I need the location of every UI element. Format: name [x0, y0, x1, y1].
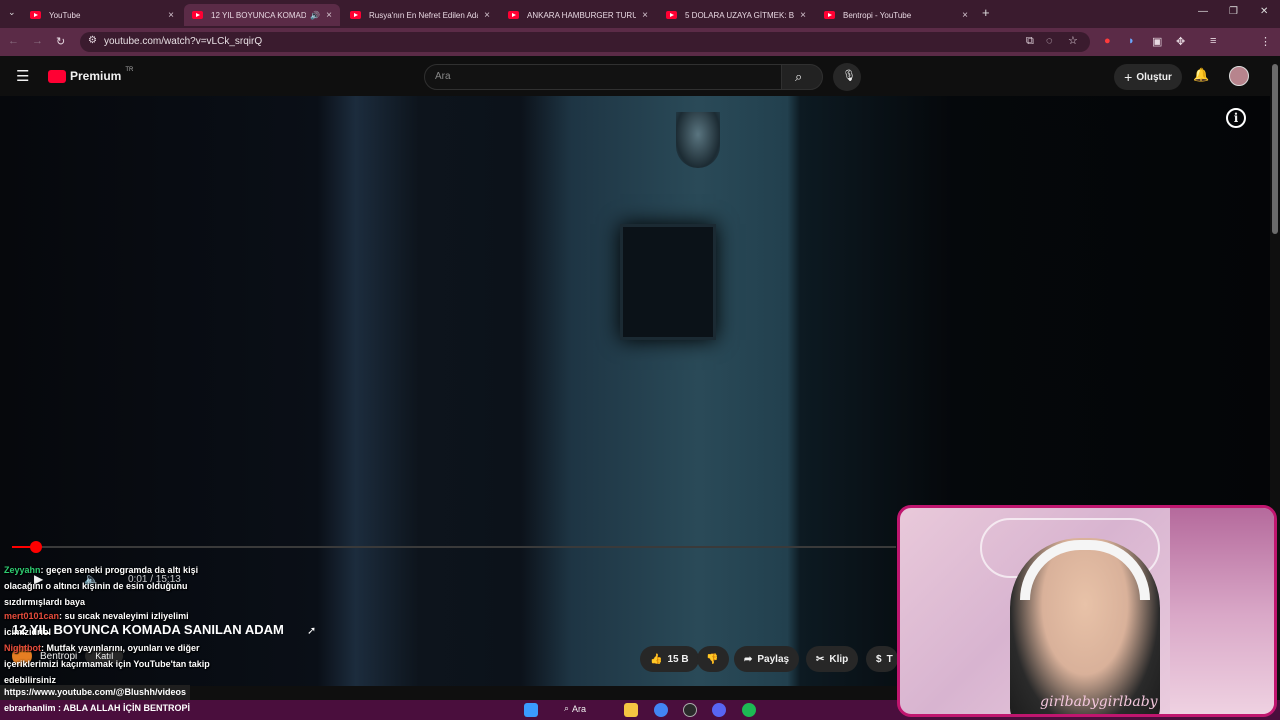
restore-icon[interactable]: ❐ [1229, 6, 1238, 17]
clip-button[interactable]: ✂ Klip [806, 646, 859, 672]
file-explorer-icon[interactable] [624, 703, 638, 717]
notifications-bell-icon[interactable]: 🔔 [1193, 67, 1209, 83]
tab-active-video[interactable]: 12 YIL BOYUNCA KOMADA 🔊 × [184, 4, 340, 26]
eye-off-icon[interactable]: ◌ [1046, 35, 1053, 47]
close-tab-icon[interactable]: × [484, 10, 490, 21]
like-button[interactable]: 👍 15 B [640, 646, 699, 672]
search-button[interactable]: ⌕ [781, 64, 823, 90]
tab-ankara[interactable]: ANKARA HAMBURGER TURU! × [500, 4, 656, 26]
youtube-favicon-icon [666, 11, 677, 19]
dislike-button[interactable]: 👎 [697, 646, 729, 672]
thumbs-up-icon: 👍 [650, 653, 663, 665]
mouse-cursor-icon: ➚ [307, 625, 317, 637]
overlay-chat-message: ebrarhanlim : ABLA ALLAH İÇİN BENTROPİ [4, 703, 191, 713]
close-tab-icon[interactable]: × [642, 10, 648, 21]
tab-strip: ⌄ YouTube × 12 YIL BOYUNCA KOMADA 🔊 × Ru… [0, 0, 1280, 28]
browser-toolbar: ← → ↻ ⚙ youtube.com/watch?v=vLCk_srqirQ … [0, 28, 1280, 76]
youtube-masthead: ☰ Premium TR Ara ⌕ 🎙 + Oluştur 🔔 [0, 56, 1280, 96]
tab-youtube[interactable]: YouTube × [22, 4, 182, 26]
picture-frame-scene [620, 224, 716, 340]
mic-icon: 🎙 [842, 70, 856, 82]
video-title: 12 YIL BOYUNCA KOMADA SANILAN ADAM [12, 622, 284, 637]
page-scrollbar[interactable] [1272, 64, 1278, 234]
extension-audio-icon[interactable]: ◗ [1128, 35, 1135, 47]
url-text: youtube.com/watch?v=vLCk_srqirQ [104, 36, 263, 47]
chat-message: Zeyyahn: geçen seneki programda da altı … [4, 565, 199, 607]
close-tab-icon[interactable]: × [326, 10, 332, 21]
new-tab-button[interactable]: + [982, 5, 990, 20]
share-button[interactable]: ➦ Paylaş [734, 646, 800, 672]
create-button[interactable]: + Oluştur [1114, 64, 1182, 90]
reload-icon[interactable]: ↻ [56, 35, 65, 48]
back-icon[interactable]: ← [8, 35, 19, 47]
status-url: https://www.youtube.com/@Blushh/videos [0, 685, 190, 700]
search-input[interactable]: Ara [424, 64, 782, 90]
address-bar[interactable]: ⚙ youtube.com/watch?v=vLCk_srqirQ ⧉ ◌ ☆ [80, 32, 1090, 52]
speaker-icon[interactable]: 🔊 [310, 11, 320, 20]
close-tab-icon[interactable]: × [800, 10, 806, 21]
shirt-text: girlbabygirlbaby [1040, 694, 1158, 710]
forward-icon[interactable]: → [32, 35, 43, 47]
extensions-puzzle-icon[interactable]: ✥ [1176, 35, 1185, 48]
taskbar-search[interactable]: ⌕ Ara [564, 703, 586, 714]
scissors-icon: ✂ [816, 653, 825, 665]
plus-icon: + [1124, 69, 1133, 85]
info-icon[interactable]: i [1226, 108, 1246, 128]
window-close-icon[interactable]: ✕ [1260, 6, 1268, 17]
discord-icon[interactable] [712, 703, 726, 717]
menu-dots-icon[interactable]: ⋮ [1260, 35, 1271, 48]
progress-bar[interactable] [12, 541, 896, 553]
bookmark-star-icon[interactable]: ☆ [1068, 34, 1078, 47]
voice-search-button[interactable]: 🎙 [833, 63, 861, 91]
chat-message: Nightbot: Mutfak yayınlarını, oyunları v… [4, 643, 210, 685]
youtube-favicon-icon [508, 11, 519, 19]
tab-search-chevron-icon[interactable]: ⌄ [8, 7, 16, 18]
scrubber-handle[interactable] [29, 541, 42, 553]
install-app-icon[interactable]: ⧉ [1026, 35, 1034, 48]
minimize-icon[interactable]: — [1198, 6, 1208, 17]
close-tab-icon[interactable]: × [962, 10, 968, 21]
hamburger-menu-icon[interactable]: ☰ [16, 67, 29, 85]
extension-red-icon[interactable]: ● [1104, 35, 1111, 47]
share-icon: ➦ [744, 653, 753, 665]
facecam-overlay: girlbabygirlbaby [897, 505, 1277, 717]
close-tab-icon[interactable]: × [168, 10, 174, 21]
youtube-favicon-icon [30, 11, 41, 19]
tab-bentropi[interactable]: Bentropi - YouTube × [816, 4, 976, 26]
tab-rusya[interactable]: Rusya'nın En Nefret Edilen Ada × [342, 4, 498, 26]
thanks-icon: $ [876, 653, 882, 665]
plush-shelf-decor [1170, 508, 1274, 714]
youtube-play-logo-icon [48, 69, 66, 83]
thanks-button[interactable]: $ T [866, 646, 898, 672]
progress-fill [12, 546, 30, 548]
site-info-icon[interactable]: ⚙ [88, 35, 97, 46]
extension-icon[interactable]: ▣ [1152, 35, 1162, 48]
wall-lamp-scene [676, 112, 720, 168]
thumbs-down-icon: 👎 [706, 653, 719, 665]
spotify-icon[interactable] [742, 703, 756, 717]
chrome-icon[interactable] [654, 703, 668, 717]
tab-uzay[interactable]: 5 DOLARA UZAYA GİTMEK: Bir × [658, 4, 814, 26]
media-controls-icon[interactable]: ≡ [1210, 35, 1216, 47]
youtube-favicon-icon [192, 11, 203, 19]
windows-start-icon[interactable] [524, 703, 538, 717]
search-icon: ⌕ [564, 703, 570, 713]
app-icon[interactable] [683, 703, 697, 717]
account-avatar[interactable] [1229, 66, 1249, 86]
youtube-favicon-icon [824, 11, 835, 19]
search-icon: ⌕ [795, 69, 803, 84]
youtube-favicon-icon [350, 11, 361, 19]
youtube-logo[interactable]: Premium TR [48, 67, 133, 83]
